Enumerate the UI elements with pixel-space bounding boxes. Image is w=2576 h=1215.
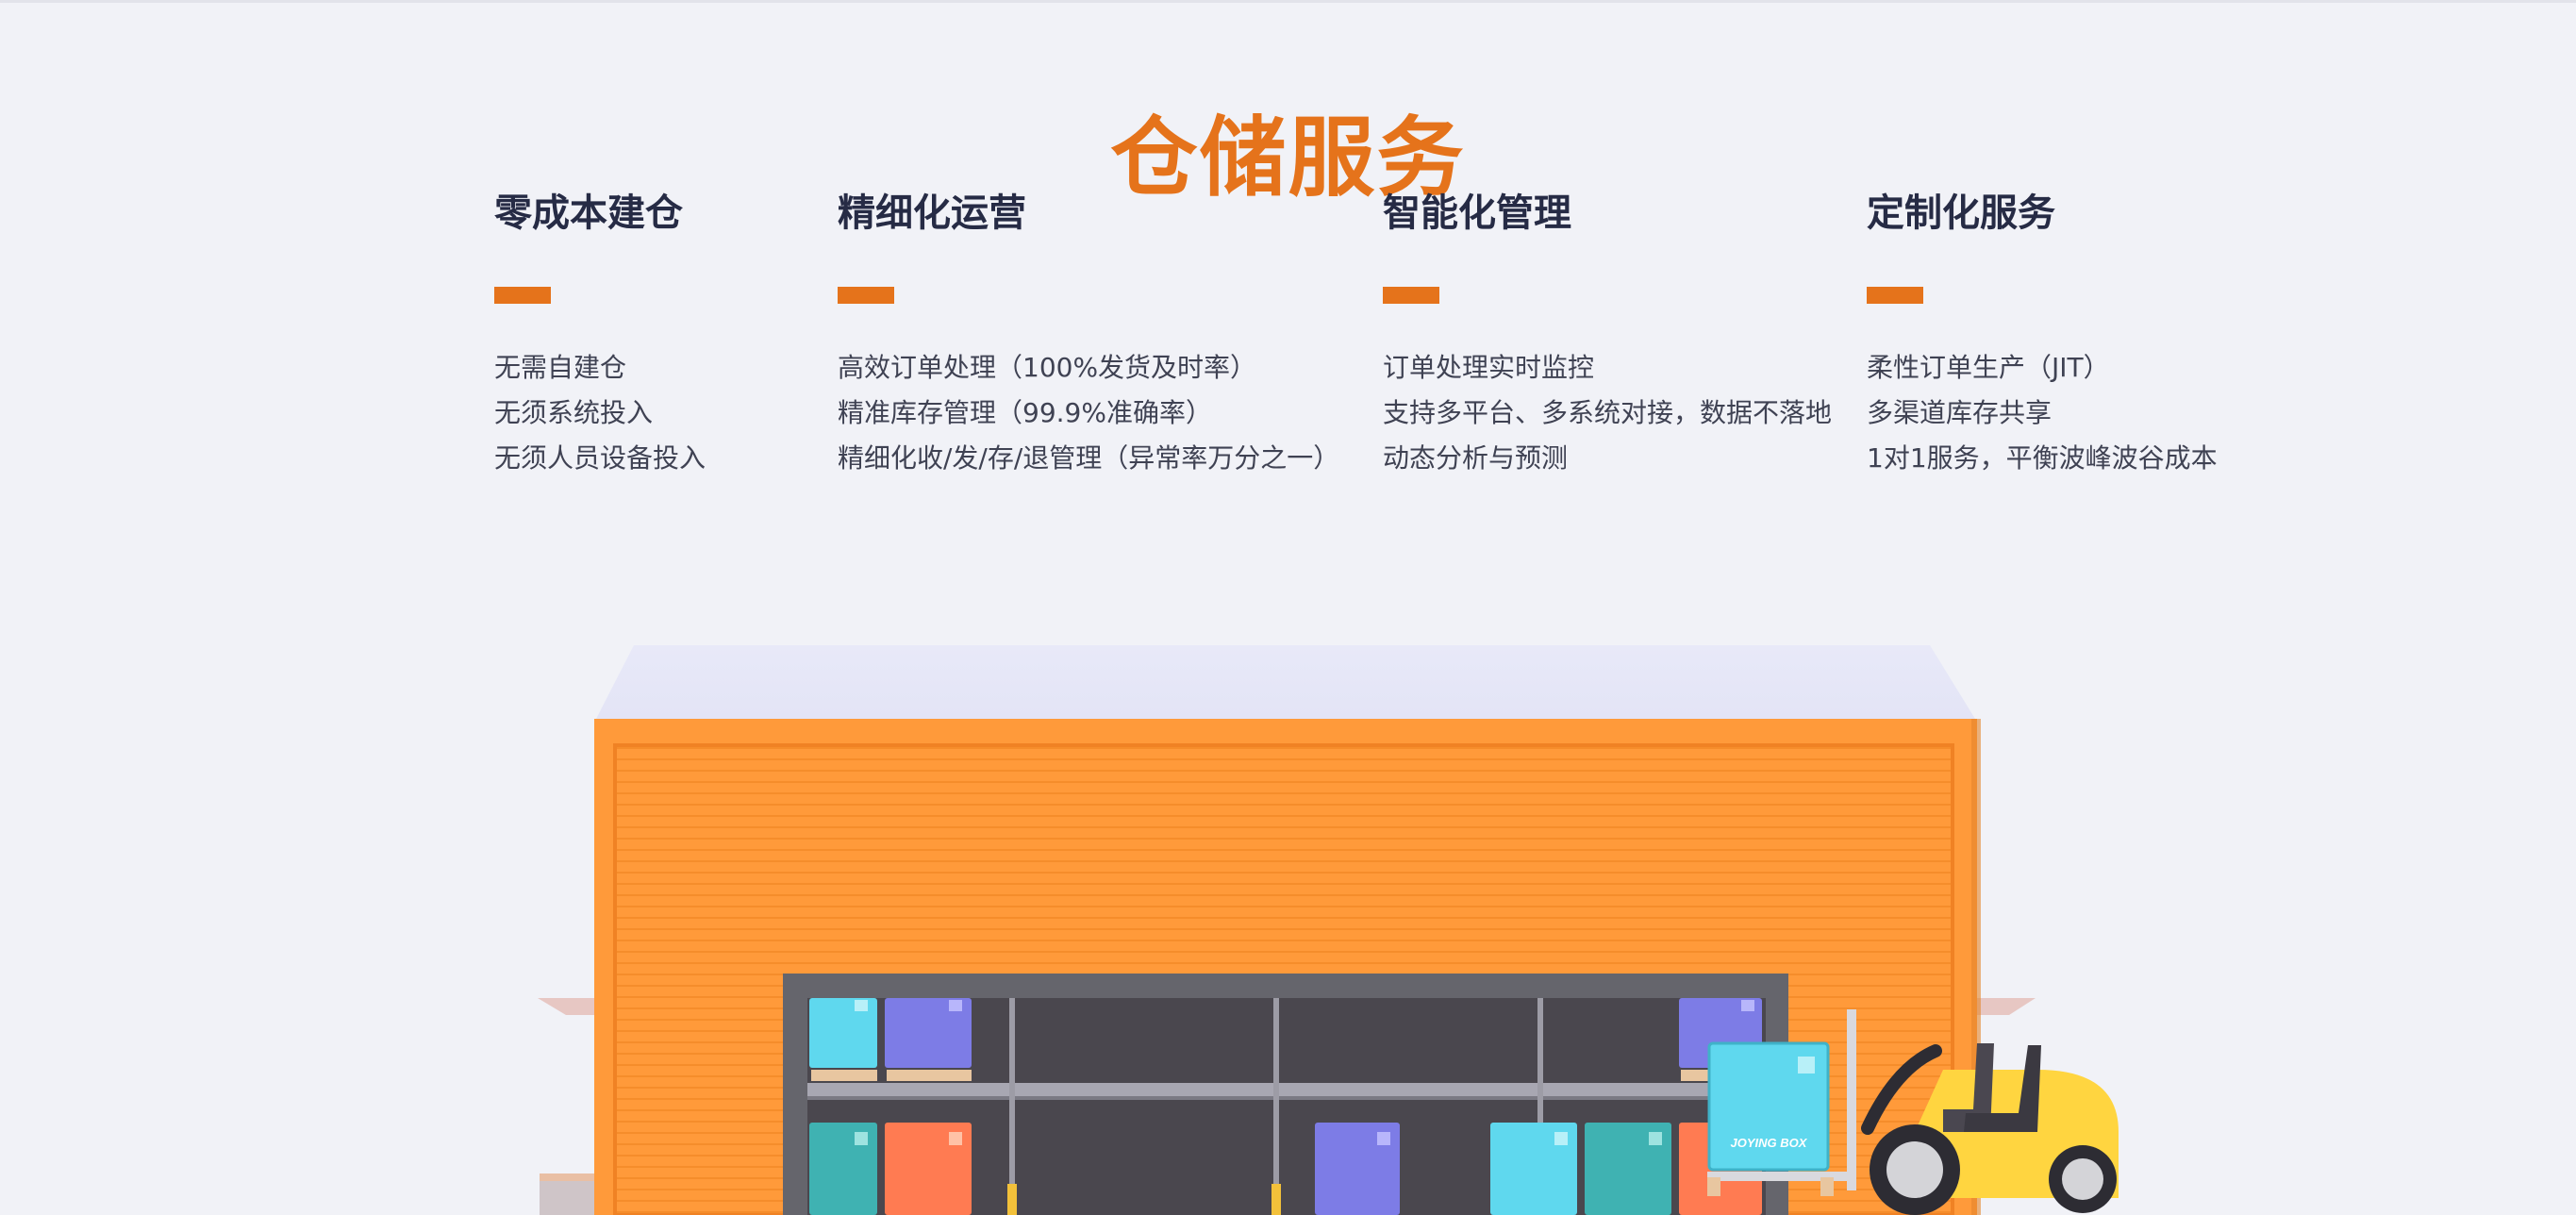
feature-item: 高效订单处理（100%发货及时率） [838,352,1257,383]
warehouse-illustration: JOYING BOX [0,623,2576,1215]
feature-item: 动态分析与预测 [1383,442,1569,474]
box [1490,1123,1577,1215]
feature-custom-service: 定制化服务 柔性订单生产（JIT） 多渠道库存共享 1对1服务，平衡波峰波谷成本 [1867,185,2218,481]
feature-list: 无需自建仓 无须系统投入 无须人员设备投入 [494,345,706,481]
accent-bar [494,287,551,304]
feature-title: 精细化运营 [838,191,1026,235]
feature-smart-management: 智能化管理 订单处理实时监控 支持多平台、多系统对接，数据不落地 动态分析与预测 [1383,185,1832,481]
feature-item: 柔性订单生产（JIT） [1867,352,2110,383]
warehouse-roof [596,645,1975,719]
feature-item: 订单处理实时监控 [1383,352,1595,383]
accent-bar [1383,287,1439,304]
joying-box-label: JOYING BOX [1731,1136,1808,1150]
feature-item: 支持多平台、多系统对接，数据不落地 [1383,397,1833,428]
box [809,1123,877,1215]
accent-bar [1867,287,1923,304]
feature-item: 精细化收/发/存/退管理（异常率万分之一） [838,442,1340,474]
feature-refined-operation: 精细化运营 高效订单处理（100%发货及时率） 精准库存管理（99.9%准确率）… [838,185,1339,481]
box [885,1123,972,1215]
feature-item: 多渠道库存共享 [1867,397,2052,428]
side-awning-left [538,998,594,1215]
box [1315,1123,1400,1215]
feature-list: 柔性订单生产（JIT） 多渠道库存共享 1对1服务，平衡波峰波谷成本 [1867,345,2218,481]
feature-zero-cost: 零成本建仓 无需自建仓 无须系统投入 无须人员设备投入 [494,185,706,481]
accent-bar [838,287,894,304]
joying-box: JOYING BOX [1707,1041,1830,1172]
feature-title: 智能化管理 [1383,191,1571,235]
feature-item: 无须系统投入 [494,397,654,428]
feature-list: 高效订单处理（100%发货及时率） 精准库存管理（99.9%准确率） 精细化收/… [838,345,1339,481]
side-awning-right [1976,998,2036,1015]
warehouse-scene: JOYING BOX [538,645,2119,1215]
box [1585,1123,1671,1215]
feature-list: 订单处理实时监控 支持多平台、多系统对接，数据不落地 动态分析与预测 [1383,345,1832,481]
feature-item: 1对1服务，平衡波峰波谷成本 [1867,442,2218,474]
feature-title: 定制化服务 [1867,191,2055,235]
feature-item: 精准库存管理（99.9%准确率） [838,397,1212,428]
feature-item: 无需自建仓 [494,352,627,383]
feature-item: 无须人员设备投入 [494,442,706,474]
feature-title: 零成本建仓 [494,191,683,235]
top-divider [0,0,2576,3]
